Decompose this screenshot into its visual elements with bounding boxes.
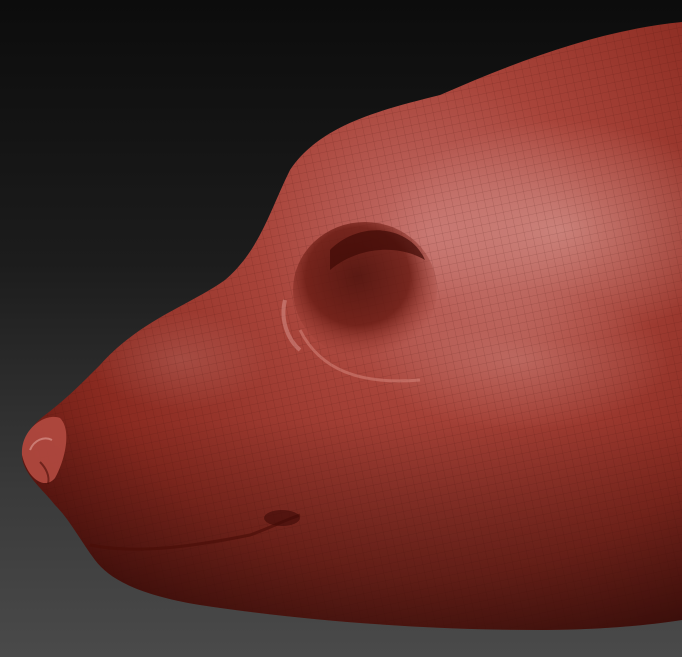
sculpt-render <box>21 22 682 630</box>
3d-viewport[interactable] <box>0 0 682 657</box>
